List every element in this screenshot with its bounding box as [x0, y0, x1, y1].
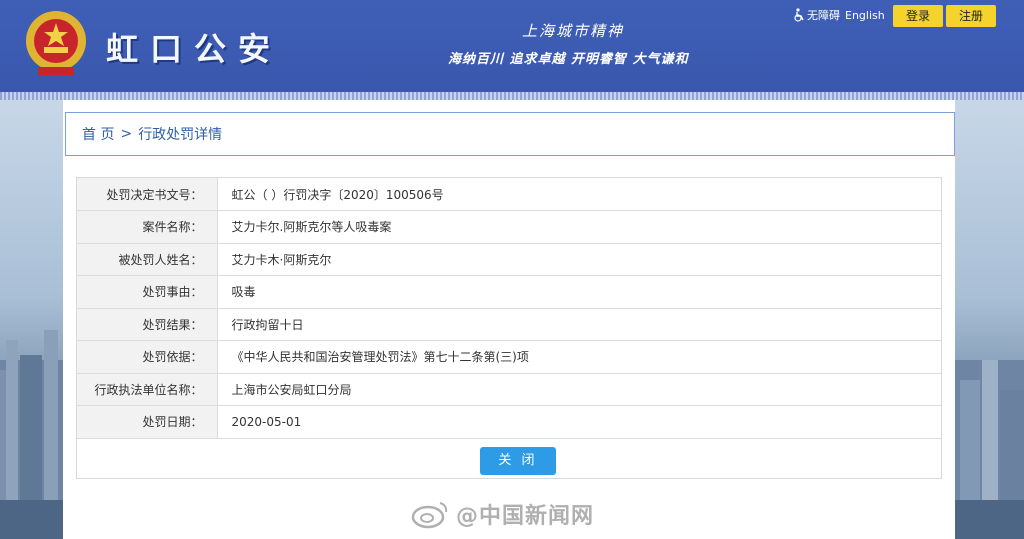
field-value-legal-basis: 《中华人民共和国治安管理处罚法》第七十二条第(三)项 [217, 340, 941, 374]
field-value-agency: 上海市公安局虹口分局 [217, 373, 941, 406]
watermark-text: @中国新闻网 [456, 504, 595, 529]
field-value-decision-number: 虹公（ ）行罚决字〔2020〕100506号 [217, 178, 941, 211]
field-value-case-name: 艾力卡尔.阿斯克尔等人吸毒案 [217, 210, 941, 244]
table-row: 案件名称： 艾力卡尔.阿斯克尔等人吸毒案 [77, 210, 941, 244]
table-row: 处罚日期： 2020-05-01 [77, 405, 941, 439]
field-value-reason: 吸毒 [217, 275, 941, 309]
close-button[interactable]: 关 闭 [480, 447, 556, 475]
field-label-agency: 行政执法单位名称： [77, 373, 218, 406]
register-button[interactable]: 注册 [946, 5, 996, 27]
wheelchair-icon[interactable] [793, 8, 805, 22]
city-spirit-motto: 海纳百川 追求卓越 开明睿智 大气谦和 [448, 52, 689, 67]
watermark: @中国新闻网 [410, 498, 594, 530]
field-label-decision-number: 处罚决定书文号： [77, 178, 218, 211]
breadcrumb: 首 页 > 行政处罚详情 [65, 112, 955, 156]
field-value-punished-name: 艾力卡木·阿斯克尔 [217, 243, 941, 276]
accessibility-links: 无障碍 English [793, 7, 885, 23]
breadcrumb-home-link[interactable]: 首 页 [82, 124, 114, 144]
site-title[interactable]: 虹口公安 [106, 24, 282, 70]
site-header: 虹口公安 上海城市精神 海纳百川 追求卓越 开明睿智 大气谦和 无障碍 Engl… [0, 0, 1024, 92]
accessibility-link[interactable]: 无障碍 [807, 7, 840, 23]
weibo-icon [411, 502, 448, 529]
field-label-legal-basis: 处罚依据： [77, 340, 218, 374]
field-label-punished-name: 被处罚人姓名： [77, 243, 218, 276]
penalty-detail-box: 处罚决定书文号： 虹公（ ）行罚决字〔2020〕100506号 案件名称： 艾力… [76, 177, 942, 479]
breadcrumb-separator: > [120, 126, 133, 142]
field-label-case-name: 案件名称： [77, 210, 218, 244]
breadcrumb-current: 行政处罚详情 [138, 127, 223, 143]
table-row: 处罚事由： 吸毒 [77, 275, 941, 309]
field-value-result: 行政拘留十日 [217, 308, 941, 341]
login-button[interactable]: 登录 [893, 5, 943, 27]
field-value-date: 2020-05-01 [217, 405, 941, 439]
header-divider [0, 92, 1024, 100]
field-label-result: 处罚结果： [77, 308, 218, 341]
police-emblem-icon [26, 11, 86, 75]
english-link[interactable]: English [845, 9, 885, 22]
table-row: 处罚结果： 行政拘留十日 [77, 308, 941, 341]
field-label-date: 处罚日期： [77, 405, 218, 439]
table-row: 被处罚人姓名： 艾力卡木·阿斯克尔 [77, 243, 941, 276]
penalty-detail-table: 处罚决定书文号： 虹公（ ）行罚决字〔2020〕100506号 案件名称： 艾力… [77, 178, 941, 439]
table-row: 行政执法单位名称： 上海市公安局虹口分局 [77, 373, 941, 406]
field-label-reason: 处罚事由： [77, 275, 218, 309]
city-spirit-title: 上海城市精神 [522, 22, 625, 40]
table-row: 处罚依据： 《中华人民共和国治安管理处罚法》第七十二条第(三)项 [77, 340, 941, 374]
table-row: 处罚决定书文号： 虹公（ ）行罚决字〔2020〕100506号 [77, 178, 941, 211]
